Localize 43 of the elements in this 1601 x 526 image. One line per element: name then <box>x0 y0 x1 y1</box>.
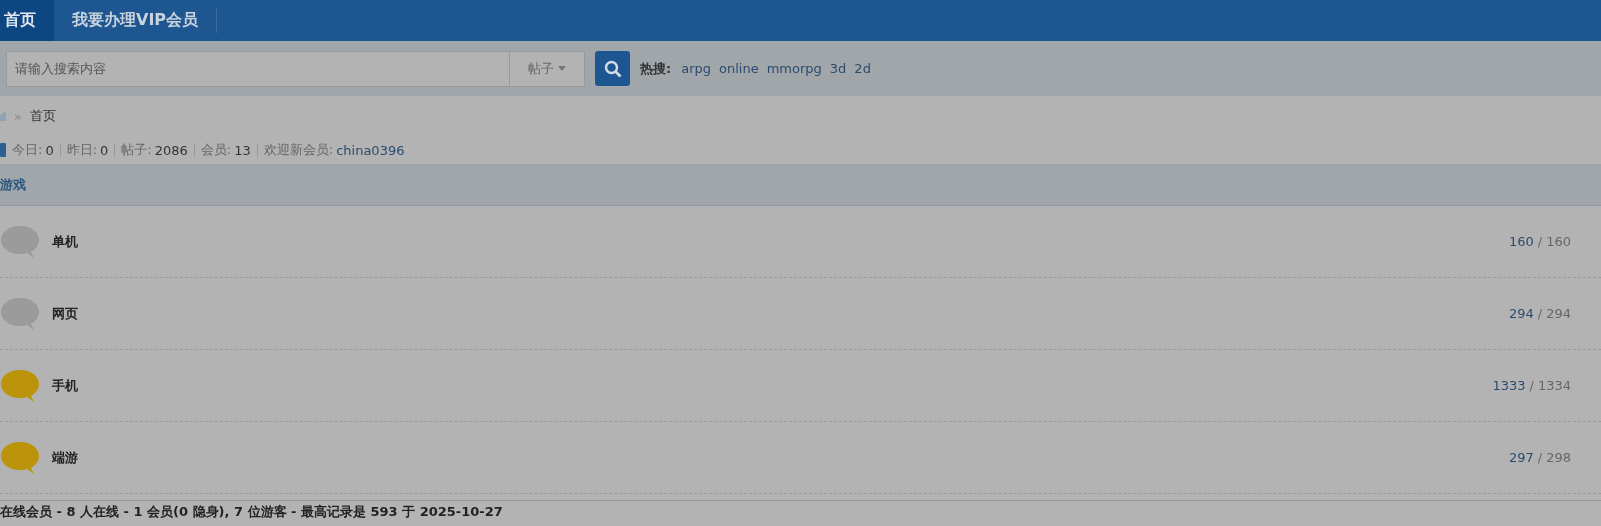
search-field[interactable]: 请输入搜索内容 <box>6 50 510 87</box>
hot-search-link[interactable]: mmorpg <box>766 61 822 76</box>
stat-label: 昨日: <box>66 141 98 159</box>
stat-label: 会员: <box>200 141 232 159</box>
section-title[interactable]: 游戏 <box>0 176 26 194</box>
stat-label: 今日: <box>12 141 43 159</box>
breadcrumb-separator: » <box>14 108 22 124</box>
caret-icon <box>558 66 566 71</box>
stat-label: 欢迎新会员: <box>263 141 334 159</box>
post-count: 294 <box>1546 306 1571 321</box>
hot-search-link[interactable]: 2d <box>854 61 871 76</box>
stat-value: 13 <box>234 142 251 158</box>
online-members-text: 在线会员 - 8 人在线 - 1 会员(0 隐身), 7 位游客 - 最高记录是 593 于 2025-10-27 <box>0 500 1601 520</box>
post-count: 160 <box>1546 234 1571 249</box>
stat-label: 帖子: <box>121 141 152 159</box>
stat-value: 0 <box>100 142 109 158</box>
nav-tab[interactable]: 我要办理VIP会员 <box>54 8 218 33</box>
thread-count: 297 <box>1508 450 1534 465</box>
stat-value: 2086 <box>154 142 188 158</box>
forum-name[interactable]: 端游 <box>52 448 1509 467</box>
search-button[interactable] <box>595 51 630 86</box>
member-link[interactable]: china0396 <box>336 142 405 158</box>
thread-count: 1333 <box>1492 378 1526 393</box>
type-dropdown[interactable]: 帖子 <box>510 50 585 87</box>
stat-value: 0 <box>45 142 54 158</box>
nav-tab[interactable]: 首页 <box>0 0 54 41</box>
breadcrumb-current: 首页 <box>29 107 56 125</box>
hot-search-link[interactable]: online <box>719 61 759 76</box>
thread-count: 160 <box>1508 234 1534 249</box>
search-icon <box>603 59 622 78</box>
post-count: 1334 <box>1537 378 1571 393</box>
forum-name[interactable]: 单机 <box>52 232 1509 251</box>
hot-search-link[interactable]: arpg <box>681 61 712 76</box>
count-separator: / <box>1537 450 1543 465</box>
hot-search-link[interactable]: 3d <box>829 61 847 76</box>
forum-name[interactable]: 手机 <box>52 376 1493 395</box>
hot-search-label: 热搜: <box>640 59 672 78</box>
forum-name[interactable]: 网页 <box>52 304 1509 323</box>
count-separator: / <box>1529 378 1534 393</box>
post-count: 298 <box>1546 450 1571 465</box>
count-separator: / <box>1537 306 1543 321</box>
count-separator: / <box>1537 234 1543 249</box>
thread-count: 294 <box>1508 306 1534 321</box>
